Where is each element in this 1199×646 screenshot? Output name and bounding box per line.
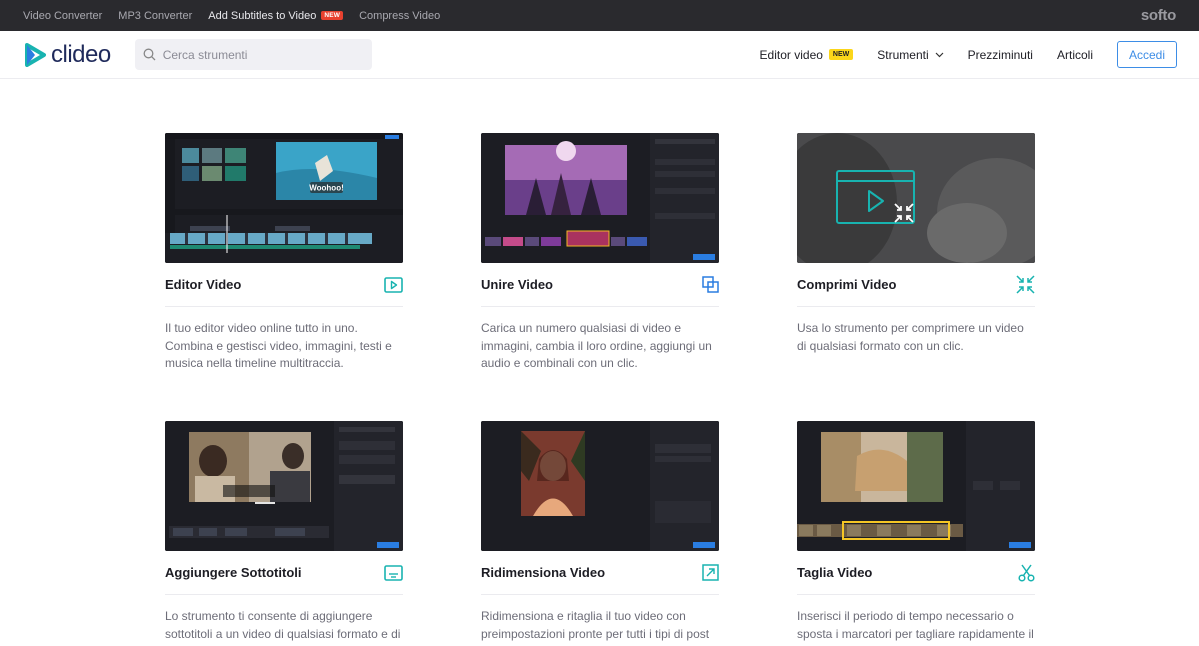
topbar-link-video-converter[interactable]: Video Converter xyxy=(23,10,102,22)
card-header: Comprimi Video xyxy=(797,263,1035,307)
scissors-icon xyxy=(1018,564,1035,582)
resize-arrow-icon xyxy=(702,564,719,581)
subtitles-icon xyxy=(384,564,403,581)
card-editor-video[interactable]: Woohoo! Editor Video Il tuo editor video… xyxy=(165,133,403,373)
new-badge: NEW xyxy=(321,11,344,20)
card-header: Editor Video xyxy=(165,263,403,307)
card-taglia-video[interactable]: Taglia Video Inserisci il periodo di tem… xyxy=(797,421,1035,643)
topbar-link-compress-video[interactable]: Compress Video xyxy=(359,10,440,22)
taglia-thumbnail xyxy=(797,421,1035,551)
card-title: Ridimensiona Video xyxy=(481,565,606,580)
card-description: Lo strumento ti consente di aggiungere s… xyxy=(165,609,401,641)
editor-video-preview: Woohoo! xyxy=(165,133,403,263)
card-title: Taglia Video xyxy=(797,565,873,580)
clideo-logo[interactable]: clideo xyxy=(24,41,111,69)
softo-logo[interactable]: softo xyxy=(1141,7,1176,24)
nav-editor-video-label: Editor video xyxy=(759,47,823,62)
login-button[interactable]: Accedi xyxy=(1117,41,1177,68)
merge-squares-icon xyxy=(702,276,719,293)
card-comprimi-video[interactable]: Comprimi Video Usa lo strumento per comp… xyxy=(797,133,1035,355)
comprimi-video-preview xyxy=(797,133,1035,263)
card-aggiungere-sottotitoli[interactable]: Aggiungere Sottotitoli Lo strumento ti c… xyxy=(165,421,403,643)
sottotitoli-preview xyxy=(165,421,403,551)
card-title: Editor Video xyxy=(165,277,242,292)
unire-video-thumbnail xyxy=(481,133,719,263)
card-description: Usa lo strumento per comprimere un video… xyxy=(797,321,1024,353)
topbar-link-add-subtitles-label: Add Subtitles to Video xyxy=(208,9,317,22)
card-header: Unire Video xyxy=(481,263,719,307)
card-description: Inserisci il periodo di tempo necessario… xyxy=(797,609,1034,641)
chevron-down-icon xyxy=(935,52,944,57)
play-square-icon xyxy=(384,276,403,293)
card-header: Aggiungere Sottotitoli xyxy=(165,551,403,595)
main-header: clideo Editor video NEW Strumenti Prezzim… xyxy=(0,31,1199,79)
card-header: Ridimensiona Video xyxy=(481,551,719,595)
search-icon xyxy=(143,48,156,61)
card-title: Comprimi Video xyxy=(797,277,897,292)
card-title: Unire Video xyxy=(481,277,554,292)
taglia-preview xyxy=(797,421,1035,551)
nav-tools[interactable]: Strumenti xyxy=(877,47,944,62)
editor-video-thumbnail: Woohoo! xyxy=(165,133,403,263)
compress-arrows-icon xyxy=(1016,275,1035,294)
logo-text: clideo xyxy=(51,40,111,68)
sottotitoli-thumbnail xyxy=(165,421,403,551)
ridimensiona-thumbnail xyxy=(481,421,719,551)
nav-articles[interactable]: Articoli xyxy=(1057,48,1093,62)
unire-video-preview xyxy=(481,133,719,263)
search-box[interactable] xyxy=(134,39,372,70)
editor-new-badge: NEW xyxy=(828,49,854,60)
card-ridimensiona-video[interactable]: Ridimensiona Video Ridimensiona e ritagl… xyxy=(481,421,719,643)
main-nav: Editor video NEW Strumenti Prezziminuti A… xyxy=(736,41,1177,68)
thumb-overlay-text: Woohoo! xyxy=(309,184,344,193)
nav-editor-video[interactable]: Editor video NEW xyxy=(760,48,854,62)
card-header: Taglia Video xyxy=(797,551,1035,595)
card-unire-video[interactable]: Unire Video Carica un numero qualsiasi d… xyxy=(481,133,719,373)
topbar-link-mp3-converter[interactable]: MP3 Converter xyxy=(118,10,192,22)
topbar-link-add-subtitles[interactable]: Add Subtitles to Video NEW xyxy=(208,9,344,22)
search-input[interactable] xyxy=(162,47,353,62)
comprimi-video-thumbnail xyxy=(797,133,1035,263)
ridimensiona-preview xyxy=(481,421,719,551)
nav-prices[interactable]: Prezziminuti xyxy=(968,48,1033,62)
card-description: Carica un numero qualsiasi di video e im… xyxy=(481,321,712,370)
card-description: Ridimensiona e ritaglia il tuo video con… xyxy=(481,609,710,641)
card-description: Il tuo editor video online tutto in uno.… xyxy=(165,321,392,370)
card-title: Aggiungere Sottotitoli xyxy=(165,565,302,580)
clideo-play-logo-icon xyxy=(25,42,46,67)
top-bar: Video Converter MP3 Converter Add Subtit… xyxy=(0,0,1199,31)
nav-tools-label: Strumenti xyxy=(877,47,929,62)
